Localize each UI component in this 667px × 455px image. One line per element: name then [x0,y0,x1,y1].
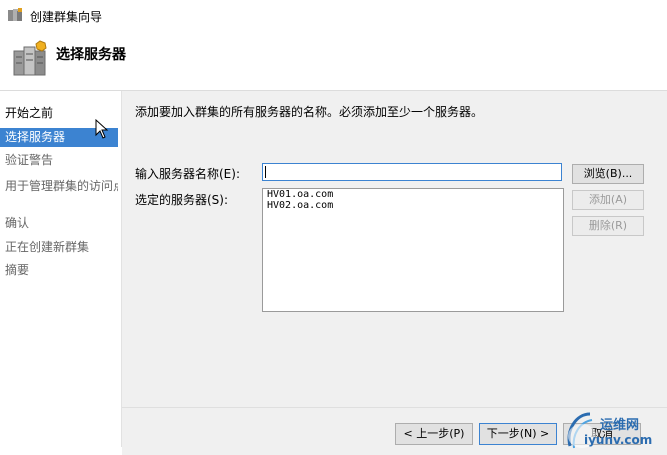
title-bar: 创建群集向导 [0,0,667,30]
list-item[interactable]: HV01.oa.com [263,189,563,200]
add-button[interactable]: 添加(A) [572,190,644,210]
wizard-header: 选择服务器 [0,30,667,91]
browse-button[interactable]: 浏览(B)... [572,164,644,184]
step-access-point: 用于管理群集的访问点 [5,179,118,193]
watermark-text: 运维网 [600,418,640,433]
cluster-app-icon [8,8,22,21]
list-item[interactable]: HV02.oa.com [263,200,563,211]
mouse-cursor-icon [95,119,109,139]
remove-button[interactable]: 删除(R) [572,216,644,236]
wizard-steps-sidebar: 开始之前 选择服务器 验证警告 用于管理群集的访问点 确认 正在创建新群集 摘要 [0,91,122,447]
step-confirmation: 确认 [5,216,30,230]
page-title: 选择服务器 [56,47,126,63]
selected-servers-list[interactable]: HV01.oa.com HV02.oa.com [262,188,564,312]
step-creating-cluster: 正在创建新群集 [5,240,90,254]
window-title: 创建群集向导 [30,10,103,24]
back-button[interactable]: < 上一步(P) [395,423,473,445]
server-name-label: 输入服务器名称(E): [135,167,240,181]
instructions-text: 添加要加入群集的所有服务器的名称。必须添加至少一个服务器。 [135,105,484,119]
text-caret [265,166,266,178]
server-name-input[interactable] [262,163,562,181]
wizard-content: 添加要加入群集的所有服务器的名称。必须添加至少一个服务器。 输入服务器名称(E)… [122,91,667,407]
server-cluster-icon [13,40,47,76]
selected-servers-label: 选定的服务器(S): [135,193,229,207]
step-summary: 摘要 [5,263,30,277]
next-button[interactable]: 下一步(N) > [479,423,557,445]
watermark-url: iyunv.com [584,433,653,447]
step-validation-warning: 验证警告 [5,153,54,167]
